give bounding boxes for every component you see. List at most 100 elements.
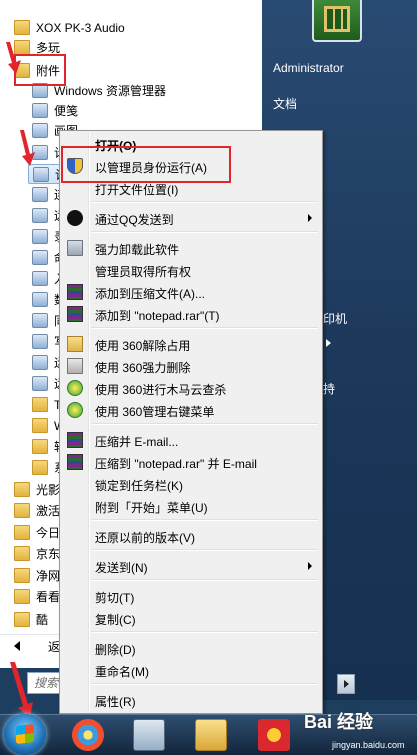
red-arrow-icon <box>10 662 33 718</box>
menu-item-force-uninstall[interactable]: 强力卸载此软件 <box>62 237 320 259</box>
menu-item-properties[interactable]: 属性(R) <box>62 689 320 711</box>
menu-label: 锁定到任务栏(K) <box>95 479 183 493</box>
program-label: XOX PK-3 Audio <box>36 21 125 35</box>
menu-item-pin-taskbar[interactable]: 锁定到任务栏(K) <box>62 473 320 495</box>
program-label: 京东 <box>36 547 61 561</box>
folder-icon <box>14 503 30 518</box>
program-label: 激活 <box>36 504 61 518</box>
shutdown-options-button[interactable] <box>337 674 355 694</box>
run-icon <box>32 355 48 370</box>
program-label: 酷 <box>36 613 49 627</box>
menu-separator <box>91 231 318 233</box>
menu-item-delete[interactable]: 删除(D) <box>62 637 320 659</box>
unlock-folder-icon <box>67 336 83 352</box>
wordpad-icon <box>32 334 48 349</box>
menu-label: 复制(C) <box>95 613 136 627</box>
menu-item-cut[interactable]: 剪切(T) <box>62 585 320 607</box>
winrar-icon <box>67 432 83 448</box>
menu-separator <box>91 519 318 521</box>
menu-label: 重命名(M) <box>95 665 149 679</box>
menu-label: 压缩并 E-mail... <box>95 435 179 449</box>
watermark-url: jingyan.baidu.com <box>332 740 405 750</box>
sticky-notes-icon <box>32 103 48 118</box>
menu-label: 强力卸载此软件 <box>95 243 180 257</box>
start-icon <box>32 271 48 286</box>
red-arrow-icon <box>20 130 35 166</box>
menu-separator <box>91 201 318 203</box>
submenu-arrow-icon <box>308 214 312 222</box>
windows-logo-icon <box>16 724 34 744</box>
program-label: 今日 <box>36 526 61 540</box>
user-avatar[interactable] <box>312 0 362 42</box>
program-label: Windows 资源管理器 <box>54 84 167 98</box>
context-menu: 打开(O) 以管理员身份运行(A) 打开文件位置(I) 通过QQ发送到 强力卸载… <box>59 130 323 714</box>
documents-link[interactable]: 文档 <box>273 95 297 112</box>
sync-icon <box>32 313 48 328</box>
start-button[interactable] <box>4 714 46 755</box>
program-label: 看看 <box>36 590 61 604</box>
folder-icon <box>14 482 30 497</box>
menu-label: 管理员取得所有权 <box>95 265 192 279</box>
menu-label: 发送到(N) <box>95 561 148 575</box>
recorder-icon <box>32 229 48 244</box>
menu-label: 还原以前的版本(V) <box>95 531 195 545</box>
folder-icon <box>14 612 30 627</box>
folder-icon <box>14 20 30 35</box>
shredder-icon <box>67 358 83 374</box>
menu-item-rename[interactable]: 重命名(M) <box>62 659 320 681</box>
menu-item-take-ownership[interactable]: 管理员取得所有权 <box>62 259 320 281</box>
menu-separator <box>91 579 318 581</box>
360-security-icon <box>67 380 83 396</box>
taskbar-app-icon[interactable] <box>258 719 290 751</box>
menu-item-copy[interactable]: 复制(C) <box>62 607 320 629</box>
explorer-taskbar-icon[interactable] <box>195 719 227 751</box>
cmd-icon <box>32 250 48 265</box>
winrar-icon <box>67 454 83 470</box>
qq-penguin-icon <box>67 210 83 226</box>
menu-item-360-force-delete[interactable]: 使用 360强力删除 <box>62 355 320 377</box>
help-support-link[interactable]: 持 <box>323 380 335 397</box>
menu-label: 剪切(T) <box>95 591 135 605</box>
folder-icon <box>32 418 48 433</box>
menu-label: 添加到压缩文件(A)... <box>95 287 205 301</box>
menu-item-add-notepad-rar[interactable]: 添加到 "notepad.rar"(T) <box>62 303 320 325</box>
menu-label: 附到「开始」菜单(U) <box>95 501 208 515</box>
menu-item-send-qq[interactable]: 通过QQ发送到 <box>62 207 320 229</box>
menu-separator <box>91 683 318 685</box>
connect-icon <box>32 187 48 202</box>
window-icon <box>324 6 350 32</box>
taskbar-app-icon[interactable] <box>72 719 104 751</box>
menu-item-360-unlock[interactable]: 使用 360解除占用 <box>62 333 320 355</box>
folder-icon <box>14 589 30 604</box>
menu-item-compress-rar-email[interactable]: 压缩到 "notepad.rar" 并 E-mail <box>62 451 320 473</box>
menu-item-360-trojan-scan[interactable]: 使用 360进行木马云查杀 <box>62 377 320 399</box>
watermark: Bai 经验 <box>304 712 374 732</box>
back-arrow-icon <box>14 641 20 651</box>
menu-separator <box>91 423 318 425</box>
winrar-icon <box>67 306 83 322</box>
program-item[interactable]: 便笺 <box>0 101 262 121</box>
menu-item-360-manage-menu[interactable]: 使用 360管理右键菜单 <box>62 399 320 421</box>
trash-icon <box>67 240 83 256</box>
devices-printers-link[interactable]: 印机 <box>323 310 347 327</box>
program-item[interactable]: XOX PK-3 Audio <box>0 18 262 38</box>
menu-label: 使用 360强力删除 <box>95 361 191 375</box>
menu-item-compress-email[interactable]: 压缩并 E-mail... <box>62 429 320 451</box>
menu-item-restore-previous[interactable]: 还原以前的版本(V) <box>62 525 320 547</box>
menu-item-pin-start[interactable]: 附到「开始」菜单(U) <box>62 495 320 517</box>
menu-label: 删除(D) <box>95 643 136 657</box>
menu-item-add-archive[interactable]: 添加到压缩文件(A)... <box>62 281 320 303</box>
user-name-link[interactable]: Administrator <box>273 61 344 75</box>
menu-label: 属性(R) <box>95 695 136 709</box>
calculator-taskbar-icon[interactable] <box>133 719 165 751</box>
chevron-right-icon <box>344 680 349 688</box>
menu-item-send-to[interactable]: 发送到(N) <box>62 555 320 577</box>
menu-label: 使用 360解除占用 <box>95 339 191 353</box>
red-arrow-icon <box>6 42 21 74</box>
menu-label: 通过QQ发送到 <box>95 213 174 227</box>
program-label: 净网 <box>36 569 61 583</box>
math-icon <box>32 292 48 307</box>
folder-icon <box>32 439 48 454</box>
360-security-icon <box>67 402 83 418</box>
menu-label: 添加到 "notepad.rar"(T) <box>95 309 220 323</box>
